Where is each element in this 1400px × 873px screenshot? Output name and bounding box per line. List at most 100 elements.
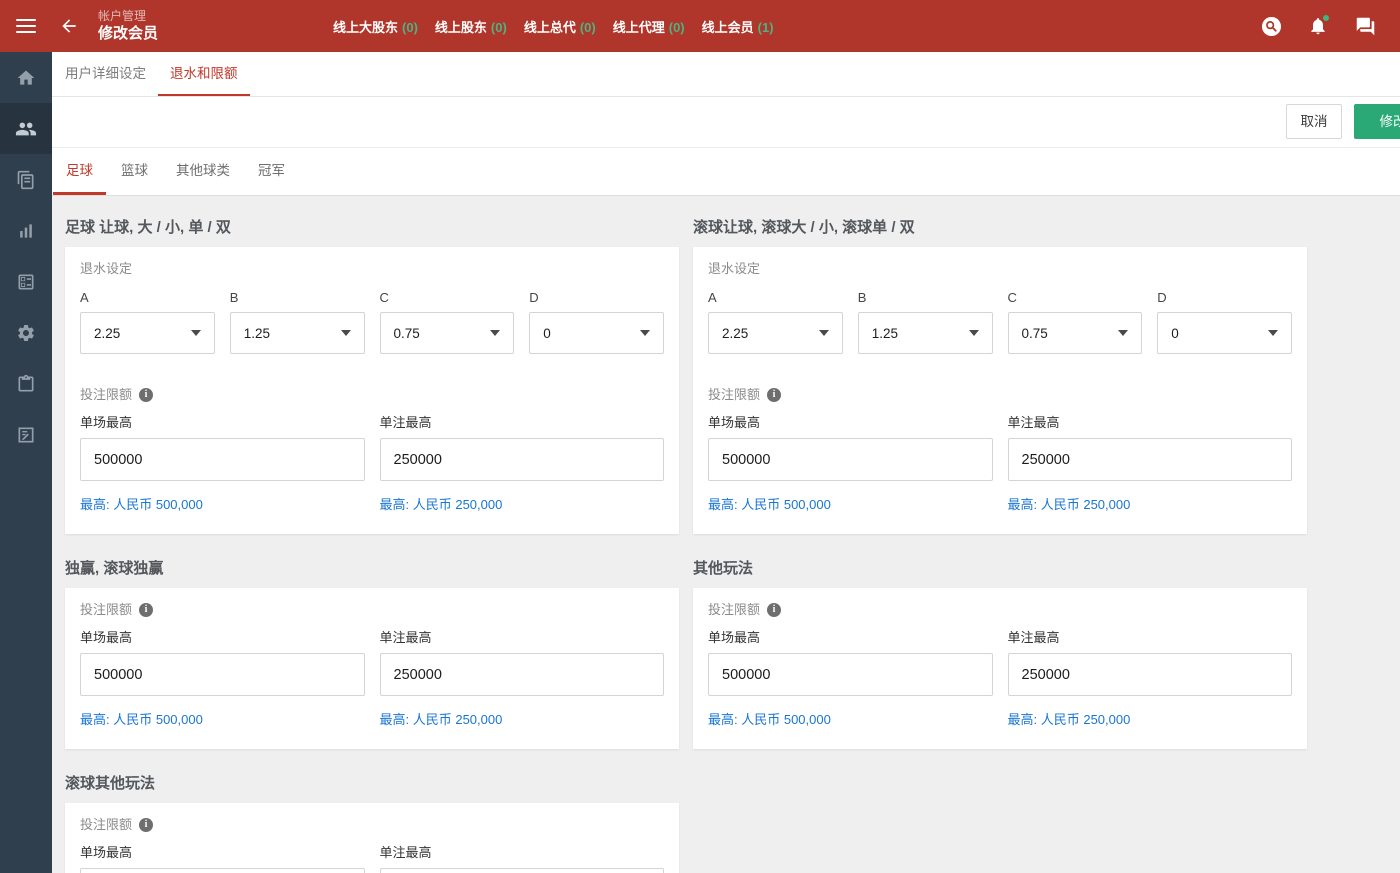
max-per-bet-input[interactable]	[380, 868, 665, 873]
submit-button[interactable]: 修改	[1354, 104, 1400, 139]
section-title: 滚球让球, 滚球大 / 小, 滚球单 / 双	[693, 218, 1307, 238]
cancel-button[interactable]: 取消	[1286, 104, 1342, 139]
sidebar-item-reports[interactable]	[0, 154, 52, 205]
nav-online-major-shareholder[interactable]: 线上大股东(0)	[333, 17, 418, 36]
rebate-select-c[interactable]: 0.75	[1008, 312, 1143, 354]
nav-count: (0)	[580, 20, 596, 35]
messages-button[interactable]	[1354, 15, 1376, 37]
max-per-match-input[interactable]	[80, 868, 365, 873]
arrow-left-icon	[59, 16, 79, 36]
rebate-select-a[interactable]: 2.25	[708, 312, 843, 354]
rebate-select-c[interactable]: 0.75	[380, 312, 515, 354]
select-value: 0	[543, 326, 551, 341]
limit-label: 单场最高	[80, 845, 365, 861]
sidebar-item-stats[interactable]	[0, 205, 52, 256]
gear-icon	[16, 323, 36, 343]
max-per-match-input[interactable]	[708, 653, 993, 696]
limit-field-per-match: 单场最高 最高: 人民币 500,000	[80, 415, 365, 513]
rebate-select-b[interactable]: 1.25	[230, 312, 365, 354]
section-card: 退水设定 A 2.25 B 1.25	[693, 247, 1307, 534]
max-per-match-input[interactable]	[80, 653, 365, 696]
sidebar-item-lists[interactable]	[0, 256, 52, 307]
rebate-settings-label: 退水设定	[708, 261, 1292, 277]
nav-label: 线上股东	[435, 20, 487, 35]
section-other-plays: 其他玩法 投注限额 单场最高 最高: 人民币 500,000 单注最高	[693, 559, 1307, 749]
tab-rebate-limit[interactable]: 退水和限额	[158, 52, 250, 96]
limits-grid: 单场最高 最高: 人民币 500,000 单注最高 最高: 人民币 250,00…	[708, 415, 1292, 513]
app-header: 帐户管理 修改会员 线上大股东(0) 线上股东(0) 线上总代(0) 线上代理(…	[0, 0, 1400, 52]
info-icon[interactable]	[767, 603, 781, 617]
back-button[interactable]	[52, 0, 86, 52]
sidebar-item-home[interactable]	[0, 52, 52, 103]
select-value: 2.25	[722, 326, 748, 341]
section-outright: 独赢, 滚球独赢 投注限额 单场最高 最高: 人民币 500,000 单注	[65, 559, 679, 749]
info-icon[interactable]	[139, 603, 153, 617]
sidebar-item-clipboard[interactable]	[0, 358, 52, 409]
sport-tab-basketball[interactable]: 篮球	[108, 148, 161, 195]
select-value: 2.25	[94, 326, 120, 341]
limit-field-per-bet: 单注最高	[380, 845, 665, 873]
max-per-bet-input[interactable]	[1008, 653, 1293, 696]
section-title: 足球 让球, 大 / 小, 单 / 双	[65, 218, 679, 238]
rebate-field-c: C 0.75	[380, 290, 515, 354]
nav-online-master-agent[interactable]: 线上总代(0)	[524, 17, 596, 36]
limit-field-per-bet: 单注最高 最高: 人民币 250,000	[1008, 415, 1293, 513]
home-icon	[16, 68, 36, 88]
rebate-select-d[interactable]: 0	[529, 312, 664, 354]
rebate-field-b: B 1.25	[858, 290, 993, 354]
rebate-select-b[interactable]: 1.25	[858, 312, 993, 354]
info-icon[interactable]	[139, 388, 153, 402]
nav-online-member[interactable]: 线上会员(1)	[702, 17, 774, 36]
select-value: 0.75	[1022, 326, 1048, 341]
max-per-bet-input[interactable]	[1008, 438, 1293, 481]
nav-online-shareholder[interactable]: 线上股东(0)	[435, 17, 507, 36]
sport-tab-football[interactable]: 足球	[53, 148, 106, 195]
limit-caption: 最高: 人民币 500,000	[708, 497, 993, 513]
section-card: 退水设定 A 2.25 B 1.25	[65, 247, 679, 534]
sport-tab-other-balls[interactable]: 其他球类	[163, 148, 243, 195]
main-tabbar: 用户详细设定 退水和限额	[52, 52, 1400, 97]
info-icon[interactable]	[767, 388, 781, 402]
limit-field-per-match: 单场最高 最高: 人民币 500,000	[80, 630, 365, 728]
limit-label: 单场最高	[708, 630, 993, 646]
sidebar-item-accounts[interactable]	[0, 103, 52, 154]
bet-limit-head: 投注限额	[80, 602, 664, 618]
rebate-label: D	[529, 290, 664, 306]
nav-online-agent[interactable]: 线上代理(0)	[613, 17, 685, 36]
rebate-select-d[interactable]: 0	[1157, 312, 1292, 354]
caret-down-icon	[819, 330, 829, 336]
tab-user-detail[interactable]: 用户详细设定	[53, 52, 158, 96]
max-per-bet-input[interactable]	[380, 438, 665, 481]
section-title: 独赢, 滚球独赢	[65, 559, 679, 579]
notification-dot	[1322, 14, 1330, 22]
select-value: 1.25	[872, 326, 898, 341]
caret-down-icon	[1268, 330, 1278, 336]
sidebar-item-notes[interactable]	[0, 409, 52, 460]
max-per-match-input[interactable]	[80, 438, 365, 481]
info-icon[interactable]	[139, 818, 153, 832]
caret-down-icon	[191, 330, 201, 336]
max-per-match-input[interactable]	[708, 438, 993, 481]
limit-field-per-bet: 单注最高 最高: 人民币 250,000	[380, 415, 665, 513]
limit-label: 单场最高	[80, 630, 365, 646]
main-area: 用户详细设定 退水和限额 取消 修改 足球 篮球 其他球类 冠军 足球 让球, …	[52, 52, 1400, 873]
sidebar	[0, 52, 52, 873]
sidebar-item-settings[interactable]	[0, 307, 52, 358]
empty-column	[693, 774, 1307, 873]
rebate-select-a[interactable]: 2.25	[80, 312, 215, 354]
nav-label: 线上会员	[702, 20, 754, 35]
limit-label: 单注最高	[1008, 415, 1293, 431]
rebate-label: A	[708, 290, 843, 306]
rebate-field-a: A 2.25	[708, 290, 843, 354]
limits-grid: 单场最高 最高: 人民币 500,000 单注最高 最高: 人民币 250,00…	[708, 630, 1292, 728]
sport-tabbar: 足球 篮球 其他球类 冠军	[52, 147, 1400, 196]
sport-tab-champion[interactable]: 冠军	[245, 148, 298, 195]
max-per-bet-input[interactable]	[380, 653, 665, 696]
bet-limit-head: 投注限额	[80, 387, 664, 403]
rebate-settings-label: 退水设定	[80, 261, 664, 277]
notifications-button[interactable]	[1307, 15, 1329, 37]
search-button[interactable]	[1260, 15, 1282, 37]
select-value: 0	[1171, 326, 1179, 341]
content: 足球 让球, 大 / 小, 单 / 双 退水设定 A 2.25 B	[52, 196, 1400, 873]
hamburger-menu-button[interactable]	[0, 0, 52, 52]
